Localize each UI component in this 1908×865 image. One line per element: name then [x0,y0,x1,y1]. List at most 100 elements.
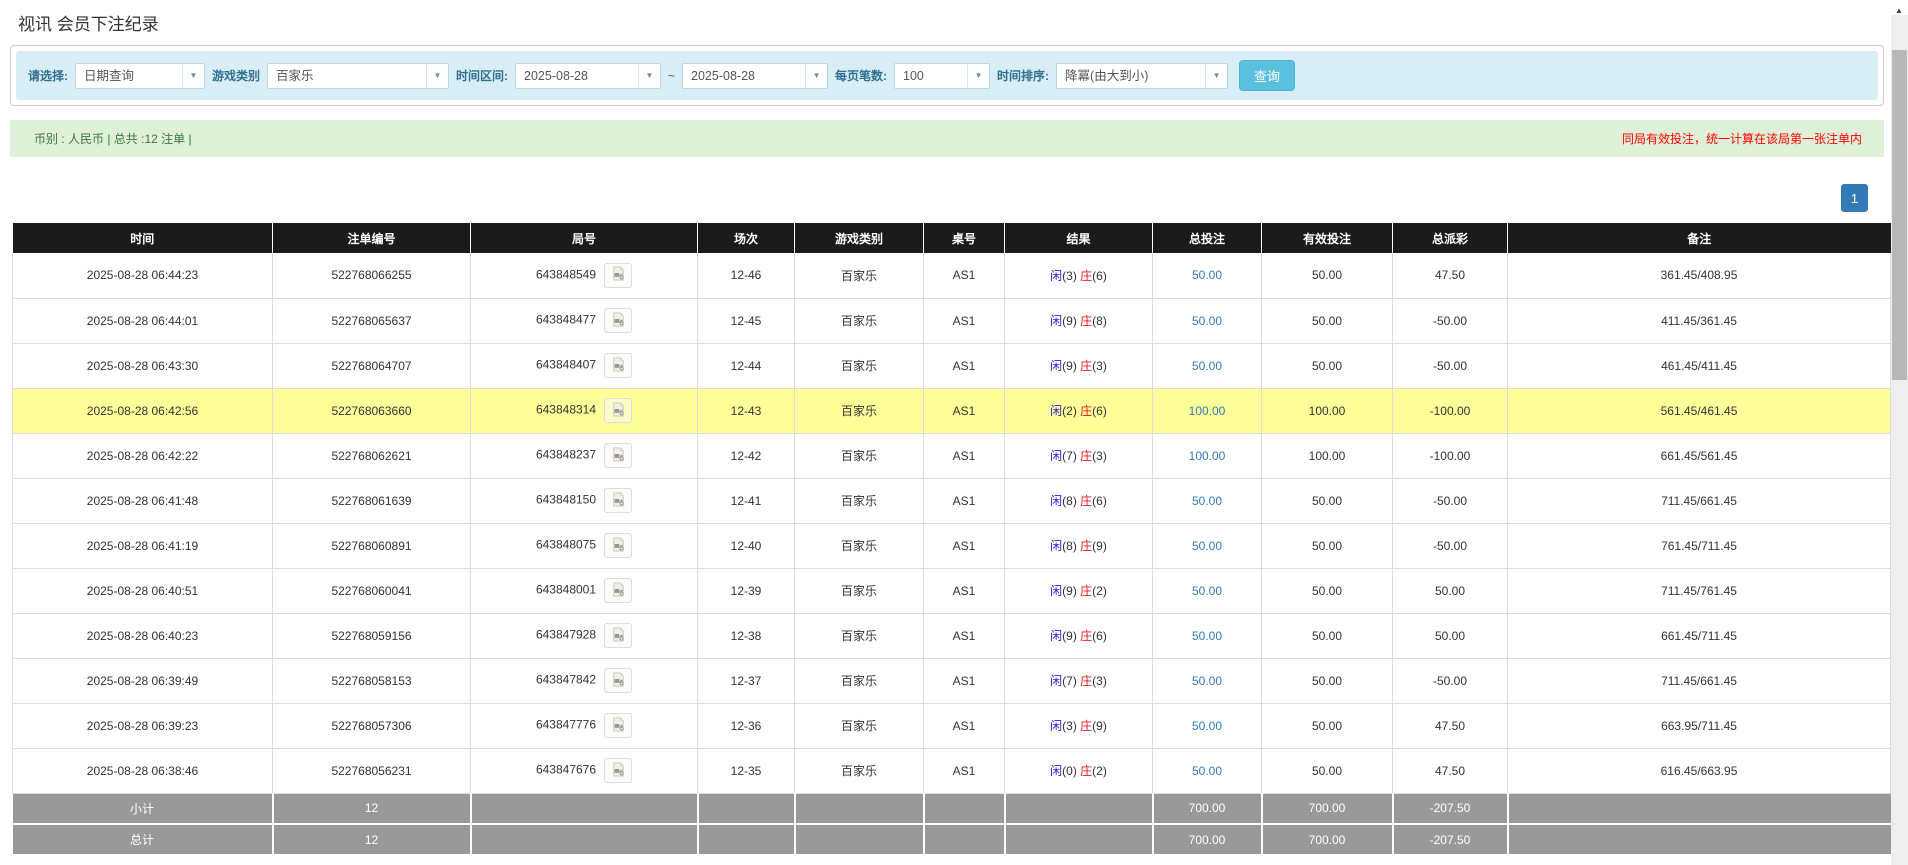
cell-payout: -50.00 [1393,343,1508,388]
total-bet-link[interactable]: 50.00 [1192,764,1222,778]
result-player-score: (7) [1062,674,1080,688]
round-id-text: 643847776 [536,718,596,732]
video-replay-button[interactable] [604,488,632,513]
total-bet-link[interactable]: 50.00 [1192,539,1222,553]
cell-valid-bet: 50.00 [1262,478,1393,523]
video-replay-button[interactable] [604,668,632,693]
date-from-picker[interactable]: 2025-08-28 ▼ [515,63,661,89]
result-banker-score: (9) [1092,719,1107,733]
footer-table-empty [924,824,1005,855]
footer-valid-bet: 700.00 [1262,793,1393,824]
cell-total-bet: 50.00 [1153,658,1262,703]
cell-valid-bet: 50.00 [1262,748,1393,793]
query-type-select[interactable]: 日期查询 ▼ [75,63,205,89]
cell-note: 361.45/408.95 [1508,253,1891,298]
result-banker-score: (2) [1092,764,1107,778]
result-banker-score: (2) [1092,584,1107,598]
video-replay-button[interactable] [604,398,632,423]
scrollbar-track[interactable] [1891,15,1908,865]
total-bet-link[interactable]: 50.00 [1192,629,1222,643]
footer-game-empty [795,824,924,855]
video-replay-button[interactable] [604,443,632,468]
scrollbar-thumb[interactable] [1892,50,1907,380]
cell-round-id: 643848549 [471,253,698,298]
video-replay-button[interactable] [604,308,632,333]
cell-time: 2025-08-28 06:38:46 [13,748,273,793]
chevron-down-icon[interactable]: ▼ [182,64,204,88]
chevron-down-icon[interactable]: ▼ [426,64,448,88]
cell-valid-bet: 50.00 [1262,523,1393,568]
cell-note: 711.45/661.45 [1508,478,1891,523]
total-bet-link[interactable]: 50.00 [1192,719,1222,733]
result-player-label: 闲 [1050,584,1062,598]
total-bet-link[interactable]: 100.00 [1189,449,1226,463]
result-banker-label: 庄 [1080,764,1092,778]
video-replay-button[interactable] [604,578,632,603]
video-record-icon [611,717,626,735]
vertical-scrollbar[interactable]: ▲ [1891,0,1908,865]
video-replay-button[interactable] [604,353,632,378]
chevron-down-icon[interactable]: ▼ [805,64,827,88]
cell-total-bet: 50.00 [1153,478,1262,523]
result-banker-label: 庄 [1080,674,1092,688]
result-banker-score: (3) [1092,674,1107,688]
cell-valid-bet: 50.00 [1262,298,1393,343]
cell-table-no: AS1 [924,478,1005,523]
table-row: 2025-08-28 06:40:23522768059156643847928… [13,613,1891,658]
total-bet-link[interactable]: 100.00 [1189,404,1226,418]
total-bet-link[interactable]: 50.00 [1192,314,1222,328]
cell-game-type: 百家乐 [795,298,924,343]
date-to-picker[interactable]: 2025-08-28 ▼ [682,63,828,89]
cell-result: 闲(9) 庄(8) [1005,298,1153,343]
chevron-down-icon[interactable]: ▼ [1205,64,1227,88]
chevron-down-icon[interactable]: ▼ [967,64,989,88]
video-replay-button[interactable] [604,263,632,288]
cell-result: 闲(7) 庄(3) [1005,658,1153,703]
cell-bet-id: 522768061639 [273,478,471,523]
result-player-label: 闲 [1050,674,1062,688]
cell-note: 661.45/561.45 [1508,433,1891,478]
result-banker-label: 庄 [1080,719,1092,733]
pagination: 1 [0,184,1868,212]
total-bet-link[interactable]: 50.00 [1192,359,1222,373]
total-bet-link[interactable]: 50.00 [1192,268,1222,282]
chevron-down-icon[interactable]: ▼ [638,64,660,88]
footer-round-empty [471,793,698,824]
video-replay-button[interactable] [604,533,632,558]
cell-result: 闲(3) 庄(6) [1005,253,1153,298]
round-id-text: 643848407 [536,358,596,372]
time-sort-select[interactable]: 降冪(由大到小) ▼ [1056,63,1228,89]
cell-table-no: AS1 [924,388,1005,433]
video-record-icon [611,357,626,375]
cell-round-id: 643848477 [471,298,698,343]
result-banker-label: 庄 [1080,494,1092,508]
total-bet-link[interactable]: 50.00 [1192,494,1222,508]
cell-time: 2025-08-28 06:42:56 [13,388,273,433]
cell-result: 闲(0) 庄(2) [1005,748,1153,793]
round-id-text: 643848549 [536,267,596,281]
result-banker-score: (9) [1092,539,1107,553]
page-size-select[interactable]: 100 ▼ [894,63,990,89]
total-bet-link[interactable]: 50.00 [1192,584,1222,598]
cell-session: 12-38 [698,613,795,658]
cell-valid-bet: 50.00 [1262,253,1393,298]
cell-session: 12-36 [698,703,795,748]
page-1-button[interactable]: 1 [1841,184,1868,212]
search-button[interactable]: 查询 [1239,60,1295,91]
cell-total-bet: 50.00 [1153,703,1262,748]
video-replay-button[interactable] [604,713,632,738]
video-record-icon [611,582,626,600]
footer-count: 12 [273,793,471,824]
scroll-up-icon[interactable]: ▲ [1895,6,1903,15]
total-bet-link[interactable]: 50.00 [1192,674,1222,688]
game-type-select[interactable]: 百家乐 ▼ [267,63,449,89]
result-player-label: 闲 [1050,359,1062,373]
column-header-game-type: 游戏类别 [795,223,924,253]
cell-note: 661.45/711.45 [1508,613,1891,658]
cell-result: 闲(8) 庄(6) [1005,478,1153,523]
video-replay-button[interactable] [604,758,632,783]
video-record-icon [611,266,626,284]
result-player-label: 闲 [1050,314,1062,328]
cell-session: 12-46 [698,253,795,298]
video-replay-button[interactable] [604,623,632,648]
